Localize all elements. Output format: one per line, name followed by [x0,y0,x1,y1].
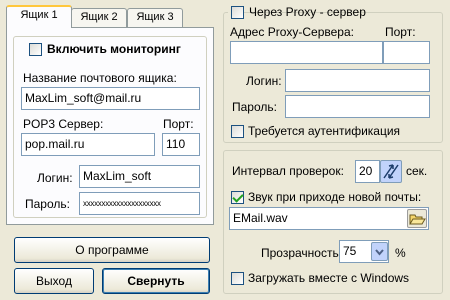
browse-sound-button[interactable] [407,209,427,228]
transparency-value: 75 [343,244,357,258]
mailbox-panel: Включить мониторинг Название почтового я… [6,27,214,225]
minimize-button[interactable]: Свернуть [102,268,210,294]
proxy-port-label: Порт: [385,25,416,39]
tab-label: Ящик 1 [20,9,58,21]
proxy-login-input[interactable] [285,69,430,92]
sound-checkbox[interactable] [231,191,244,204]
login-input[interactable]: MaxLim_soft [79,165,200,188]
proxy-address-input[interactable] [230,41,383,64]
mailbox-name-label: Название почтового ящика: [23,71,177,85]
password-input[interactable]: xxxxxxxxxxxxxxxxxxxxx [79,192,200,215]
transparency-dropdown-button[interactable] [371,242,388,261]
transparency-unit: % [395,246,406,260]
proxy-enable-label: Через Proxy - сервер [249,5,366,19]
enable-monitoring-checkbox[interactable] [29,43,42,56]
tab-mailbox-2[interactable]: Ящик 2 [71,8,127,27]
mailbox-name-input[interactable]: MaxLim_soft@mail.ru [21,87,200,110]
login-label: Логин: [37,171,73,185]
spin-arrows-icon [383,164,399,179]
about-button[interactable]: О программе [14,237,210,263]
tab-label: Ящик 3 [136,11,174,23]
proxy-password-label: Пароль: [232,100,277,114]
interval-unit: сек. [406,164,428,178]
pop3-server-input[interactable]: pop.mail.ru [21,133,155,156]
tab-label: Ящик 2 [80,11,118,23]
autostart-checkbox[interactable] [231,272,244,285]
proxy-enable-checkbox[interactable] [231,6,244,19]
exit-button[interactable]: Выход [14,268,94,294]
proxy-address-label: Адрес Proxy-Сервера: [230,25,354,39]
folder-open-icon [409,214,426,225]
chevron-down-icon [375,249,384,256]
proxy-login-label: Логин: [246,74,282,88]
enable-monitoring-label: Включить мониторинг [47,42,181,56]
sound-file-input[interactable]: EMail.wav [229,207,429,230]
interval-input[interactable]: 20 [355,160,380,183]
pop3-server-label: POP3 Сервер: [23,117,104,131]
proxy-group-title: Через Proxy - сервер [228,4,366,20]
sound-label: Звук при приходе новой почты: [248,190,422,204]
tab-mailbox-3[interactable]: Ящик 3 [127,8,183,27]
proxy-auth-checkbox[interactable] [231,125,244,138]
interval-label: Интервал проверок: [232,164,344,178]
transparency-label: Прозрачность: [261,246,343,260]
proxy-password-input[interactable] [285,95,430,118]
autostart-label: Загружать вместе с Windows [248,271,410,285]
interval-spin-button[interactable] [380,160,402,183]
port-label: Порт: [163,117,194,131]
password-label: Пароль: [25,197,70,211]
tab-mailbox-1[interactable]: Ящик 1 [6,5,72,28]
proxy-port-input[interactable] [383,41,430,64]
port-input[interactable]: 110 [162,133,200,156]
proxy-auth-label: Требуется аутентификация [248,124,401,138]
